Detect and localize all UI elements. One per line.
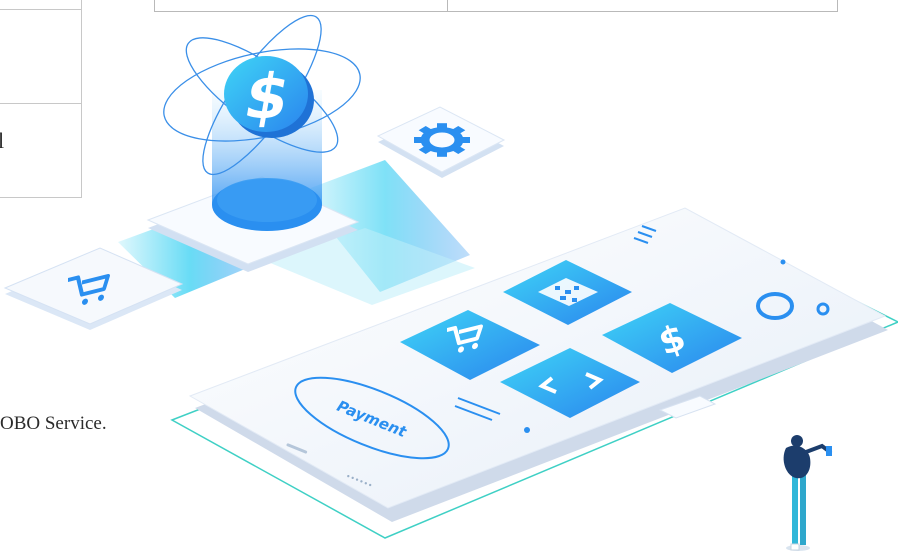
- gear-tile: [376, 106, 506, 178]
- device-dot: [524, 427, 530, 433]
- person-figure: [783, 435, 832, 551]
- payment-illustration: $ $ Payment ••••••: [3, 14, 898, 551]
- status-dot: [780, 259, 786, 265]
